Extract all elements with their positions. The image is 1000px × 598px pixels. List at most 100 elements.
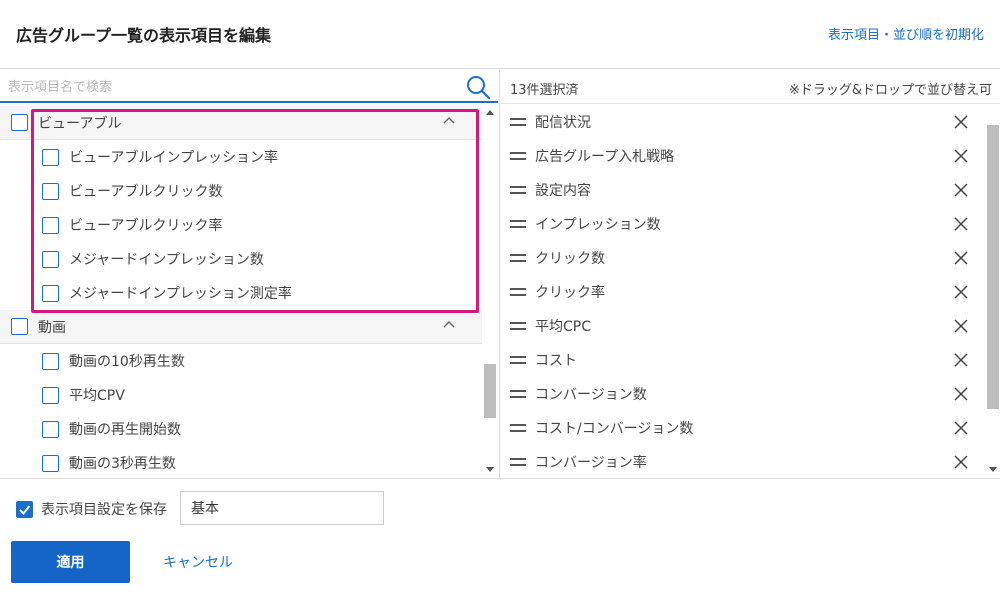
item-checkbox[interactable]	[42, 148, 59, 166]
close-icon[interactable]	[953, 352, 969, 368]
item-label: メジャードインプレッション数	[69, 252, 264, 268]
list-item[interactable]: 配信状況	[501, 105, 985, 139]
reset-columns-link[interactable]: 表示項目・並び順を初期化	[828, 24, 984, 43]
drag-handle-icon[interactable]	[510, 458, 526, 466]
reorder-hint: ※ドラッグ&ドロップで並び替え可	[788, 83, 992, 98]
list-item[interactable]: 平均CPV	[0, 378, 482, 412]
item-checkbox[interactable]	[42, 216, 59, 234]
left-scrollbar[interactable]	[482, 106, 498, 478]
cancel-button[interactable]: キャンセル	[163, 552, 233, 572]
drag-handle-icon[interactable]	[510, 288, 526, 296]
close-icon[interactable]	[953, 284, 969, 300]
selected-label: クリック率	[535, 285, 605, 301]
selected-label: 平均CPC	[535, 319, 591, 335]
list-item[interactable]: 平均CPC	[501, 309, 985, 343]
selected-label: クリック数	[535, 251, 605, 267]
list-item[interactable]: コンバージョン数	[501, 377, 985, 411]
scroll-down-icon[interactable]	[989, 467, 997, 472]
scroll-down-icon[interactable]	[486, 467, 494, 472]
item-label: ビューアブルクリック率	[69, 218, 223, 234]
close-icon[interactable]	[953, 318, 969, 334]
item-label: 動画の再生開始数	[69, 422, 181, 438]
list-item[interactable]: クリック数	[501, 241, 985, 275]
scroll-thumb[interactable]	[987, 125, 999, 409]
save-settings-label: 表示項目設定を保存	[41, 502, 167, 518]
item-checkbox[interactable]	[42, 284, 59, 302]
search-icon[interactable]	[465, 74, 491, 100]
list-item[interactable]: 設定内容	[501, 173, 985, 207]
scroll-thumb[interactable]	[484, 364, 496, 418]
search-box	[0, 70, 498, 103]
drag-handle-icon[interactable]	[510, 220, 526, 228]
scroll-up-icon[interactable]	[486, 110, 494, 115]
drag-handle-icon[interactable]	[510, 356, 526, 364]
item-checkbox[interactable]	[42, 454, 59, 472]
list-item[interactable]: クリック率	[501, 275, 985, 309]
selected-label: コスト/コンバージョン数	[535, 421, 694, 437]
list-item[interactable]: 動画の10秒再生数	[0, 344, 482, 378]
group-header-video[interactable]: 動画	[0, 310, 482, 344]
selected-label: 設定内容	[535, 183, 591, 199]
item-checkbox[interactable]	[42, 420, 59, 438]
chevron-up-icon[interactable]	[442, 318, 456, 332]
item-label: 動画の10秒再生数	[69, 354, 185, 370]
selected-label: コンバージョン率	[535, 455, 647, 471]
close-icon[interactable]	[953, 454, 969, 470]
list-item[interactable]: メジャードインプレッション測定率	[0, 276, 482, 310]
item-checkbox[interactable]	[42, 250, 59, 268]
group-checkbox-video[interactable]	[11, 318, 28, 335]
list-item[interactable]: ビューアブルインプレッション率	[0, 140, 482, 174]
right-scrollbar[interactable]	[985, 105, 1000, 478]
selected-label: 広告グループ入札戦略	[535, 149, 675, 165]
item-checkbox[interactable]	[42, 182, 59, 200]
drag-handle-icon[interactable]	[510, 322, 526, 330]
preset-name-input[interactable]	[180, 491, 384, 525]
close-icon[interactable]	[953, 386, 969, 402]
close-icon[interactable]	[953, 114, 969, 130]
dialog-footer: 表示項目設定を保存 適用 キャンセル	[0, 478, 1000, 598]
group-checkbox-viewable[interactable]	[11, 114, 28, 131]
list-item[interactable]: 動画の再生開始数	[0, 412, 482, 446]
close-icon[interactable]	[953, 182, 969, 198]
list-item[interactable]: 動画の3秒再生数	[0, 446, 482, 478]
drag-handle-icon[interactable]	[510, 152, 526, 160]
group-label: 動画	[38, 319, 66, 336]
selected-columns-panel: 13件選択済 ※ドラッグ&ドロップで並び替え可 配信状況 広告グループ入札戦略 …	[501, 70, 1000, 478]
item-label: ビューアブルクリック数	[69, 184, 223, 200]
item-checkbox[interactable]	[42, 386, 59, 404]
selected-label: コスト	[535, 353, 577, 369]
item-checkbox[interactable]	[42, 352, 59, 370]
selected-label: インプレッション数	[535, 217, 661, 233]
search-input[interactable]	[8, 76, 448, 98]
selected-count: 13件選択済	[510, 83, 579, 98]
list-item[interactable]: コンバージョン率	[501, 445, 985, 478]
list-item[interactable]: インプレッション数	[501, 207, 985, 241]
list-item[interactable]: ビューアブルクリック率	[0, 208, 482, 242]
close-icon[interactable]	[953, 148, 969, 164]
drag-handle-icon[interactable]	[510, 390, 526, 398]
group-header-viewable[interactable]: ビューアブル	[0, 106, 482, 140]
drag-handle-icon[interactable]	[510, 186, 526, 194]
list-item[interactable]: コスト	[501, 343, 985, 377]
chevron-up-icon[interactable]	[442, 114, 456, 128]
apply-button[interactable]: 適用	[11, 541, 130, 583]
drag-handle-icon[interactable]	[510, 254, 526, 262]
list-item[interactable]: メジャードインプレッション数	[0, 242, 482, 276]
drag-handle-icon[interactable]	[510, 118, 526, 126]
list-item[interactable]: コスト/コンバージョン数	[501, 411, 985, 445]
item-label: 動画の3秒再生数	[69, 456, 176, 472]
close-icon[interactable]	[953, 420, 969, 436]
column-tree: ビューアブル ビューアブルインプレッション率 ビューアブルクリック数 ビューアブ…	[0, 106, 482, 478]
checkmark-icon	[19, 505, 31, 515]
list-item[interactable]: 広告グループ入札戦略	[501, 139, 985, 173]
available-columns-panel: ビューアブル ビューアブルインプレッション率 ビューアブルクリック数 ビューアブ…	[0, 70, 500, 478]
close-icon[interactable]	[953, 250, 969, 266]
list-item[interactable]: ビューアブルクリック数	[0, 174, 482, 208]
selected-label: コンバージョン数	[535, 387, 647, 403]
dialog-header: 広告グループ一覧の表示項目を編集 表示項目・並び順を初期化	[0, 0, 1000, 69]
item-label: メジャードインプレッション測定率	[69, 286, 292, 302]
close-icon[interactable]	[953, 216, 969, 232]
drag-handle-icon[interactable]	[510, 424, 526, 432]
selected-label: 配信状況	[535, 115, 591, 131]
save-settings-checkbox[interactable]	[16, 501, 33, 518]
